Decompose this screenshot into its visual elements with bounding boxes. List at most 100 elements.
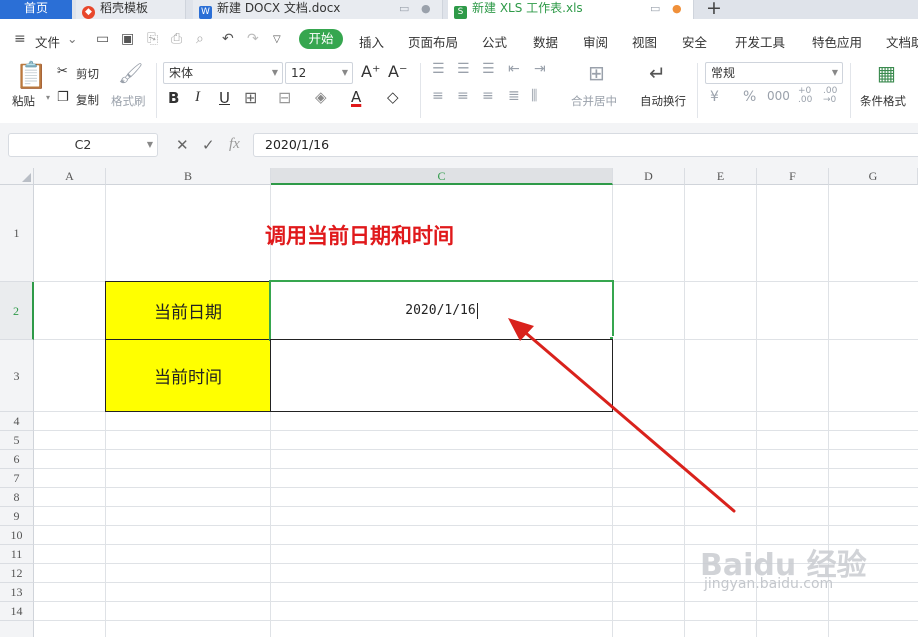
- confirm-check-icon[interactable]: ✓: [202, 136, 215, 154]
- menu-view[interactable]: 视图: [632, 32, 657, 51]
- menu-insert[interactable]: 插入: [359, 32, 384, 51]
- undo-icon[interactable]: ↶: [222, 31, 234, 47]
- customize-toolbar-icon[interactable]: ▽: [273, 34, 281, 45]
- paste-dropdown-chevron-icon[interactable]: ▾: [46, 93, 50, 102]
- decrease-indent-icon[interactable]: ⇤: [508, 61, 520, 77]
- currency-icon[interactable]: ¥: [710, 89, 719, 105]
- tab-home[interactable]: 首页: [0, 0, 72, 19]
- font-color-icon[interactable]: A: [351, 88, 361, 106]
- merge-center-button[interactable]: 合并居中: [571, 93, 617, 109]
- ribbon-separator: [420, 63, 421, 118]
- spreadsheet-grid: A B C D E F G 1 2 3 4 5 6 7 8 9 10 11 12…: [0, 168, 918, 637]
- menu-special[interactable]: 特色应用: [812, 32, 862, 51]
- save-icon[interactable]: ▣: [121, 31, 134, 47]
- conditional-format-button[interactable]: 条件格式: [860, 93, 906, 109]
- increase-decimal-icon[interactable]: +0.00: [798, 87, 812, 105]
- print-preview-icon[interactable]: ⌕: [196, 31, 204, 47]
- thousands-separator-icon[interactable]: 000: [767, 89, 790, 103]
- align-center-icon[interactable]: ≡: [457, 88, 469, 104]
- docer-icon: ◆: [82, 6, 95, 19]
- cancel-x-icon[interactable]: ✕: [176, 136, 189, 154]
- formula-input[interactable]: 2020/1/16: [253, 133, 918, 157]
- new-tab-plus-icon[interactable]: +: [706, 0, 722, 19]
- open-folder-icon[interactable]: ▭: [96, 31, 109, 47]
- menu-home[interactable]: 开始: [299, 29, 343, 49]
- decrease-font-icon[interactable]: A⁻: [388, 62, 407, 81]
- menu-page-layout[interactable]: 页面布局: [408, 32, 458, 51]
- name-box[interactable]: C2 ▼: [8, 133, 158, 157]
- unsaved-dot-icon[interactable]: ●: [672, 1, 682, 17]
- name-box-value: C2: [74, 137, 92, 152]
- font-size-select[interactable]: 12 ▼: [285, 62, 353, 84]
- font-name-select[interactable]: 宋体 ▼: [163, 62, 283, 84]
- paste-icon[interactable]: 📋: [15, 61, 47, 91]
- menu-review[interactable]: 审阅: [583, 32, 608, 51]
- align-bottom-icon[interactable]: ☰: [482, 61, 495, 77]
- export-pdf-icon[interactable]: ⎘: [147, 31, 158, 47]
- chevron-down-icon: ▼: [831, 68, 838, 77]
- conditional-format-icon[interactable]: ▦: [877, 61, 896, 85]
- font-size-value: 12: [291, 66, 307, 80]
- increase-font-icon[interactable]: A⁺: [361, 62, 380, 81]
- hamburger-menu-icon[interactable]: ≡: [14, 31, 26, 47]
- pin-icon[interactable]: ▭: [399, 1, 409, 17]
- fill-color-icon[interactable]: ◈: [315, 88, 327, 106]
- scissors-icon[interactable]: ✂: [57, 64, 68, 79]
- wrap-text-icon[interactable]: ↵: [649, 61, 666, 85]
- menu-security[interactable]: 安全: [682, 32, 707, 51]
- close-dot-icon[interactable]: ●: [421, 1, 431, 17]
- ribbon-separator: [697, 63, 698, 118]
- pin-icon[interactable]: ▭: [650, 1, 660, 17]
- format-painter-icon[interactable]: 🖌: [118, 61, 143, 85]
- paste-button[interactable]: 粘贴: [12, 93, 35, 109]
- copy-icon[interactable]: ❐: [57, 90, 69, 105]
- percent-icon[interactable]: %: [743, 89, 756, 105]
- bold-icon[interactable]: B: [168, 89, 179, 107]
- format-painter-button[interactable]: 格式刷: [111, 93, 146, 109]
- font-name-value: 宋体: [169, 66, 194, 80]
- clear-format-icon[interactable]: ◇: [387, 88, 399, 106]
- copy-button[interactable]: 复制: [76, 92, 99, 108]
- justify-icon[interactable]: ≣: [508, 88, 520, 104]
- merge-cells-icon[interactable]: ⊞: [588, 61, 605, 85]
- insert-function-icon[interactable]: fx: [229, 136, 240, 153]
- increase-indent-icon[interactable]: ⇥: [534, 61, 546, 77]
- chevron-down-icon[interactable]: ⌄: [67, 31, 77, 46]
- ribbon-separator: [156, 63, 157, 118]
- ribbon-home: 📋 粘贴 ▾ ✂ 剪切 ❐ 复制 🖌 格式刷 宋体 ▼ 12 ▼ A⁺ A⁻ B I…: [0, 57, 918, 123]
- number-format-select[interactable]: 常规 ▼: [705, 62, 843, 84]
- menu-developer[interactable]: 开发工具: [735, 32, 785, 51]
- distribute-icon[interactable]: ⫼: [531, 88, 537, 104]
- word-icon: W: [199, 6, 212, 19]
- cut-button[interactable]: 剪切: [76, 66, 99, 82]
- formula-bar: C2 ▼ ✕ ✓ fx 2020/1/16: [0, 123, 918, 168]
- spreadsheet-icon: S: [454, 6, 467, 19]
- wrap-text-button[interactable]: 自动换行: [640, 93, 686, 109]
- menu-doc-assistant[interactable]: 文档助: [886, 32, 918, 51]
- tab-xls-label: 新建 XLS 工作表.xls: [472, 1, 583, 15]
- decrease-decimal-icon[interactable]: .00 →0: [823, 87, 837, 105]
- cell-style-icon[interactable]: ⊟: [278, 88, 291, 107]
- print-icon[interactable]: ⎙: [171, 31, 182, 47]
- tab-docx-label: 新建 DOCX 文档.docx: [217, 1, 341, 15]
- chevron-down-icon: ▼: [271, 68, 278, 77]
- align-middle-icon[interactable]: ☰: [457, 61, 470, 77]
- chevron-down-icon: ▼: [146, 140, 153, 149]
- menu-formulas[interactable]: 公式: [482, 32, 507, 51]
- align-right-icon[interactable]: ≡: [482, 88, 494, 104]
- italic-icon[interactable]: I: [195, 89, 200, 106]
- borders-icon[interactable]: ⊞: [244, 88, 257, 107]
- baidu-watermark-url: jingyan.baidu.com: [704, 576, 834, 592]
- redo-icon[interactable]: ↷: [247, 31, 259, 47]
- align-top-icon[interactable]: ☰: [432, 61, 445, 77]
- underline-icon[interactable]: U: [219, 89, 230, 107]
- align-left-icon[interactable]: ≡: [432, 88, 444, 104]
- tab-docx-document[interactable]: W 新建 DOCX 文档.docx ▭ ●: [193, 0, 443, 19]
- tab-xls-workbook[interactable]: S 新建 XLS 工作表.xls ▭ ●: [448, 0, 694, 19]
- menu-file[interactable]: 文件: [35, 32, 60, 51]
- tab-docer-templates[interactable]: ◆ 稻壳模板: [76, 0, 186, 19]
- document-tab-bar: 首页 ◆ 稻壳模板 W 新建 DOCX 文档.docx ▭ ● S 新建 XLS 工作…: [0, 0, 918, 19]
- menu-data[interactable]: 数据: [533, 32, 558, 51]
- chevron-down-icon: ▼: [341, 68, 348, 77]
- menu-bar: ≡ 文件 ⌄ ▭ ▣ ⎘ ⎙ ⌕ ↶ ↷ ▽ 开始 插入 页面布局 公式 数据 …: [0, 19, 918, 57]
